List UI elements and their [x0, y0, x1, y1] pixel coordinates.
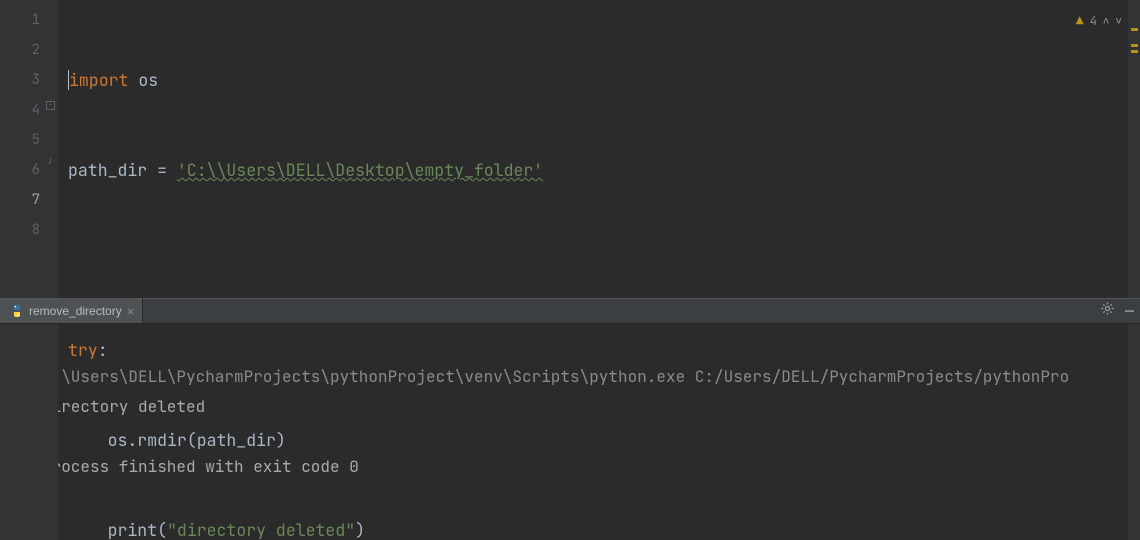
- warning-marker[interactable]: [1131, 50, 1138, 53]
- fold-start-icon[interactable]: −: [46, 101, 55, 110]
- warning-marker[interactable]: [1131, 44, 1138, 47]
- code-line[interactable]: try:: [68, 335, 1140, 365]
- line-number[interactable]: 2: [0, 35, 40, 65]
- call-expr: os.rmdir(path_dir): [108, 425, 286, 455]
- ide-root: 1 2 3 4 5 6 7 8 − ┘ import os path_dir =…: [0, 0, 1140, 540]
- punct: :: [98, 335, 108, 365]
- line-number[interactable]: 3: [0, 65, 40, 95]
- gear-icon[interactable]: [1100, 301, 1115, 321]
- editor-pane: 1 2 3 4 5 6 7 8 − ┘ import os path_dir =…: [0, 0, 1140, 298]
- keyword: try: [68, 335, 98, 365]
- code-line[interactable]: path_dir = 'C:\\Users\DELL\Desktop\empty…: [68, 155, 1140, 185]
- code-area[interactable]: 1 2 3 4 5 6 7 8 − ┘ import os path_dir =…: [0, 0, 1140, 540]
- identifier: os: [138, 65, 158, 95]
- minimize-icon[interactable]: —: [1125, 301, 1134, 321]
- code-line[interactable]: os.rmdir(path_dir): [68, 425, 1140, 455]
- identifier: path_dir: [68, 155, 147, 185]
- chevron-down-icon[interactable]: ∨: [1115, 6, 1122, 36]
- code-line[interactable]: [68, 245, 1140, 275]
- line-number[interactable]: 6: [0, 155, 40, 185]
- fold-column: − ┘: [44, 0, 58, 540]
- operator: =: [147, 155, 177, 185]
- warning-marker[interactable]: [1131, 28, 1138, 31]
- inspection-widget[interactable]: ▲ 4 ∧ ∨: [1076, 6, 1122, 36]
- warning-triangle-icon[interactable]: ▲: [1076, 6, 1084, 36]
- code-line[interactable]: import os: [68, 65, 1140, 95]
- code-line[interactable]: print("directory deleted"): [68, 515, 1140, 540]
- run-tabbar: remove_directory × —: [0, 298, 1140, 324]
- line-number[interactable]: 8: [0, 215, 40, 245]
- python-file-icon: [10, 304, 24, 318]
- line-number[interactable]: 5: [0, 125, 40, 155]
- string-literal: 'C:\\Users\DELL\Desktop\empty_folder': [177, 155, 543, 185]
- run-tab-label: remove_directory: [29, 304, 122, 318]
- keyword: import: [69, 65, 128, 95]
- string-literal: "directory deleted": [167, 515, 355, 540]
- line-number[interactable]: 7: [0, 185, 40, 215]
- line-number[interactable]: 1: [0, 5, 40, 35]
- line-gutter[interactable]: 1 2 3 4 5 6 7 8 − ┘: [0, 0, 58, 540]
- run-tab[interactable]: remove_directory ×: [0, 299, 143, 323]
- line-number[interactable]: 4: [0, 95, 40, 125]
- fold-end-icon[interactable]: ┘: [46, 161, 55, 170]
- close-icon[interactable]: ×: [127, 304, 135, 319]
- code-body[interactable]: import os path_dir = 'C:\\Users\DELL\Des…: [58, 0, 1140, 540]
- error-stripe[interactable]: [1128, 0, 1140, 540]
- builtin: print: [108, 515, 158, 540]
- chevron-up-icon[interactable]: ∧: [1103, 6, 1110, 36]
- warning-count: 4: [1090, 6, 1097, 36]
- run-tabbar-actions: —: [1100, 299, 1134, 323]
